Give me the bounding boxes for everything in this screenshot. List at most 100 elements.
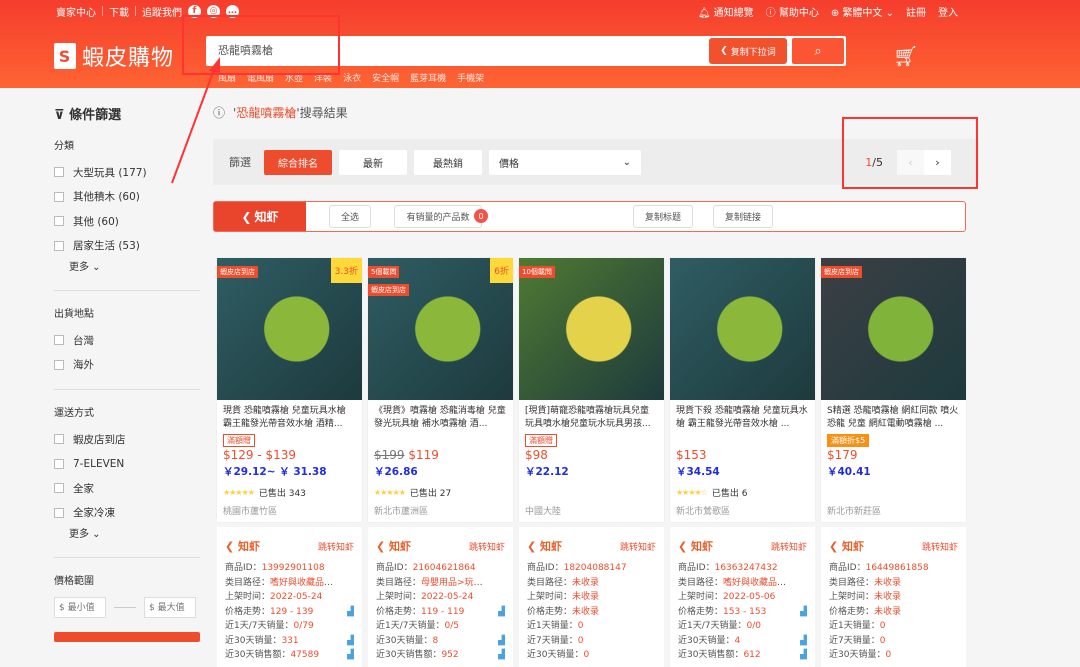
next-page-button[interactable]: ›	[924, 150, 951, 175]
filter-option[interactable]: 居家生活 (53)	[54, 234, 200, 259]
jump-to-zhixia-link[interactable]: 跳转知虾	[922, 540, 958, 553]
jump-to-zhixia-link[interactable]: 跳转知虾	[620, 540, 656, 553]
rating: ★★★★★已售出 343	[223, 486, 306, 499]
product-image[interactable]: 蝦皮店到店3.3折	[217, 258, 362, 400]
zhixia-row-value: 129 - 139	[270, 607, 313, 617]
login-link[interactable]: 登入	[938, 4, 958, 19]
jump-to-zhixia-link[interactable]: 跳转知虾	[469, 540, 505, 553]
cart-icon[interactable]: 🛒︎	[893, 44, 918, 68]
filter-option-label: 海外	[73, 357, 94, 372]
suggestion-link[interactable]: 手機架	[457, 71, 484, 84]
chart-icon[interactable]: ▟	[347, 605, 354, 620]
checkbox[interactable]	[54, 167, 64, 177]
chart-icon[interactable]: ▟	[800, 648, 807, 663]
zhixia-row-label: 价格走势：	[527, 607, 572, 617]
bell-icon: 🔔︎	[698, 8, 711, 19]
copy-link-button[interactable]: 复制链接	[713, 205, 773, 228]
instagram-icon[interactable]: ◎	[207, 5, 220, 18]
rmb-price: ￥22.12	[525, 464, 569, 479]
zhixia-row-label: 近30天销量：	[376, 636, 432, 646]
filter-option[interactable]: 其他 (60)	[54, 209, 200, 234]
zhixia-row-value: 未收录	[874, 607, 901, 617]
product-image[interactable]	[670, 258, 815, 400]
zhixia-row: 近30天销量：8▟	[376, 634, 505, 649]
filter-option[interactable]: 全家冷凍	[54, 501, 200, 526]
language-select[interactable]: ⊕ 繁體中文 ⌄	[831, 4, 894, 19]
checkbox[interactable]	[54, 360, 64, 370]
product-title[interactable]: 《現貨》噴霧槍 恐龍消毒槍 兒童發光玩具槍 補水噴霧槍 酒...	[368, 400, 513, 432]
checkbox[interactable]	[54, 192, 64, 202]
suggestion-link[interactable]: 藍芽耳機	[410, 71, 446, 84]
checkbox[interactable]	[54, 508, 64, 518]
apply-price-button[interactable]	[54, 632, 200, 642]
product-card[interactable]: 10個載問[現貨]萌寵恐龍噴霧槍玩具兒童玩具噴水槍兒童玩水玩具男孩...滿額贈$…	[519, 258, 664, 522]
sort-latest[interactable]: 最新	[339, 150, 407, 175]
filter-option[interactable]: 台灣	[54, 328, 200, 353]
suggestion-link[interactable]: 電風扇	[247, 71, 274, 84]
product-title[interactable]: 現貨下殺 恐龍噴霧槍 兒童玩具水槍 霸王龍發光帶音效水槍 ...	[670, 400, 815, 432]
checkbox[interactable]	[54, 241, 64, 251]
show-more-button[interactable]: 更多 ⌄	[69, 525, 200, 545]
line-icon[interactable]: …	[226, 5, 239, 18]
prev-page-button[interactable]: ‹	[897, 150, 924, 175]
chart-icon[interactable]: ▟	[498, 634, 505, 649]
sort-top-sales[interactable]: 最熱銷	[414, 150, 482, 175]
notifications-link[interactable]: 🔔︎ 通知總覽	[698, 4, 754, 19]
zhixia-row-value: 未收录	[572, 578, 599, 588]
checkbox[interactable]	[54, 483, 64, 493]
facebook-icon[interactable]: f	[188, 5, 201, 18]
search-input[interactable]	[218, 43, 698, 56]
register-link[interactable]: 註冊	[906, 4, 926, 19]
sort-price-select[interactable]: 價格⌄	[489, 150, 641, 175]
product-card[interactable]: 5個載問蝦皮店到店6折《現貨》噴霧槍 恐龍消毒槍 兒童發光玩具槍 補水噴霧槍 酒…	[368, 258, 513, 522]
jump-to-zhixia-link[interactable]: 跳转知虾	[771, 540, 807, 553]
product-title[interactable]: 現貨 恐龍噴霧槍 兒童玩具水槍 霸王龍發光帶音效水槍 酒精...	[217, 400, 362, 432]
chart-icon[interactable]: ▟	[498, 605, 505, 620]
suggestion-link[interactable]: 安全帽	[372, 71, 399, 84]
suggestion-link[interactable]: 洋裝	[314, 71, 332, 84]
checkbox[interactable]	[54, 434, 64, 444]
product-image[interactable]: 蝦皮店到店	[821, 258, 966, 400]
product-card[interactable]: 現貨下殺 恐龍噴霧槍 兒童玩具水槍 霸王龍發光帶音效水槍 ...$153￥34.…	[670, 258, 815, 522]
product-card[interactable]: 蝦皮店到店3.3折現貨 恐龍噴霧槍 兒童玩具水槍 霸王龍發光帶音效水槍 酒精..…	[217, 258, 362, 522]
chart-icon[interactable]: ▟	[800, 605, 807, 620]
shopee-logo[interactable]: S蝦皮購物	[54, 40, 174, 72]
product-title[interactable]: S精選 恐龍噴霧槍 網紅同款 噴火恐龍 兒童 網紅電動噴霧槍 ...	[821, 400, 966, 432]
price-max-input[interactable]	[144, 597, 196, 618]
zhixia-logo-text: 知虾	[255, 208, 279, 225]
price-min-input[interactable]	[54, 597, 106, 618]
download-link[interactable]: 下載	[109, 4, 129, 19]
zhixia-row-label: 商品ID：	[527, 563, 564, 573]
sort-relevance[interactable]: 綜合排名	[264, 150, 332, 175]
copy-dropdown-words-button[interactable]: ❮复制下拉词	[709, 38, 787, 64]
suggestion-link[interactable]: 水壺	[285, 71, 303, 84]
jump-to-zhixia-link[interactable]: 跳转知虾	[318, 540, 354, 553]
filter-option[interactable]: 海外	[54, 353, 200, 378]
chart-icon[interactable]: ▟	[498, 648, 505, 663]
with-sales-count-button[interactable]: 有销量的产品数	[394, 205, 482, 228]
search-button[interactable]: ⌕	[792, 38, 844, 64]
checkbox[interactable]	[54, 459, 64, 469]
chart-icon[interactable]: ▟	[347, 634, 354, 649]
seller-center-link[interactable]: 賣家中心	[56, 4, 96, 19]
show-more-button[interactable]: 更多 ⌄	[69, 258, 200, 278]
chart-icon[interactable]: ▟	[347, 648, 354, 663]
product-title[interactable]: [現貨]萌寵恐龍噴霧槍玩具兒童玩具噴水槍兒童玩水玩具男孩...	[519, 400, 664, 432]
help-link[interactable]: ⓘ 幫助中心	[766, 4, 819, 19]
filter-option[interactable]: 全家	[54, 476, 200, 501]
product-price: $98	[525, 448, 548, 462]
filter-option[interactable]: 蝦皮店到店	[54, 427, 200, 452]
suggestion-link[interactable]: 泳衣	[343, 71, 361, 84]
zhixia-row-value: 2022-05-24	[421, 592, 473, 602]
product-card[interactable]: 蝦皮店到店S精選 恐龍噴霧槍 網紅同款 噴火恐龍 兒童 網紅電動噴霧槍 ...滿…	[821, 258, 966, 522]
filter-option[interactable]: 7-ELEVEN	[54, 452, 200, 477]
zhixia-row-label: 商品ID：	[829, 563, 866, 573]
chart-icon[interactable]: ▟	[800, 634, 807, 649]
zhixia-row-value: 0/0	[747, 621, 761, 631]
checkbox[interactable]	[54, 335, 64, 345]
product-image[interactable]: 5個載問蝦皮店到店6折	[368, 258, 513, 400]
select-all-button[interactable]: 全选	[329, 205, 371, 228]
copy-title-button[interactable]: 复制标题	[633, 205, 693, 228]
checkbox[interactable]	[54, 216, 64, 226]
product-image[interactable]: 10個載問	[519, 258, 664, 400]
